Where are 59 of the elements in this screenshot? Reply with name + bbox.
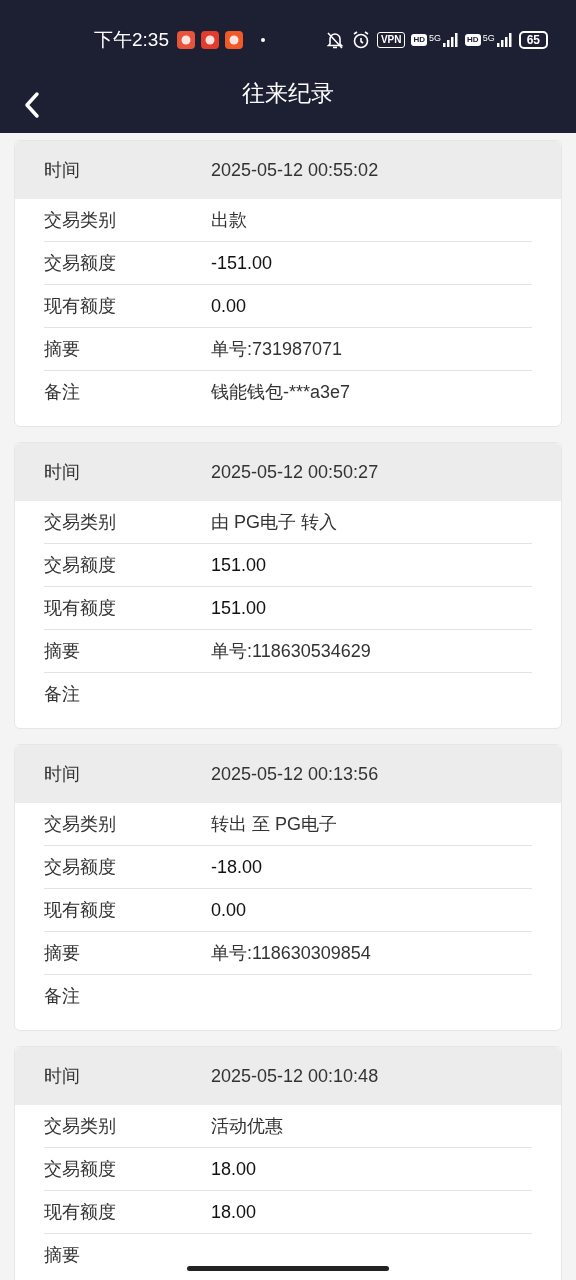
field-label: 交易额度 xyxy=(44,251,117,275)
signal-icon xyxy=(443,33,460,47)
bell-off-icon xyxy=(324,30,345,50)
field-label: 交易类别 xyxy=(44,208,117,232)
field-value: 2025-05-12 00:10:48 xyxy=(211,1064,379,1088)
network-label: 5G xyxy=(429,33,442,43)
field-value: 0.00 xyxy=(211,898,247,922)
field-label: 交易额度 xyxy=(44,855,117,879)
dot-icon xyxy=(261,38,265,42)
field-value: 单号:118630309854 xyxy=(211,941,371,965)
field-label: 摘要 xyxy=(44,337,81,361)
field-label: 交易额度 xyxy=(44,1157,117,1181)
field-label: 交易类别 xyxy=(44,510,117,534)
app-icon xyxy=(225,31,243,49)
field-value: -151.00 xyxy=(211,251,273,275)
field-label: 交易类别 xyxy=(44,812,117,836)
field-label: 时间 xyxy=(43,762,81,786)
field-label: 现有额度 xyxy=(44,898,117,922)
field-label: 摘要 xyxy=(44,1244,81,1267)
field-label: 交易类别 xyxy=(44,1114,117,1138)
field-label: 备注 xyxy=(44,985,81,1008)
field-value: 转出 至 PG电子 xyxy=(211,812,337,836)
field-value: 单号:118630534629 xyxy=(211,639,371,663)
hd-badge: HD xyxy=(465,34,481,46)
field-label: 现有额度 xyxy=(44,294,117,318)
signal-icon xyxy=(496,33,513,47)
field-label: 备注 xyxy=(44,683,81,706)
field-label: 摘要 xyxy=(44,639,81,663)
field-label: 时间 xyxy=(43,1064,81,1088)
field-label: 备注 xyxy=(44,381,81,404)
field-value: -18.00 xyxy=(211,855,263,879)
field-value: 2025-05-12 00:13:56 xyxy=(211,762,379,786)
field-value: 18.00 xyxy=(211,1200,257,1224)
status-time: 下午2:35 xyxy=(94,27,169,52)
field-label: 交易额度 xyxy=(44,553,117,577)
field-value: 钱能钱包-***a3e7 xyxy=(211,381,351,404)
field-label: 现有额度 xyxy=(44,1200,117,1224)
field-label: 时间 xyxy=(43,158,81,182)
field-value: 0.00 xyxy=(211,294,247,318)
field-value: 出款 xyxy=(211,208,247,232)
page-title: 往来纪录 xyxy=(242,79,334,109)
network-label: 5G xyxy=(482,33,495,43)
field-label: 摘要 xyxy=(44,941,81,965)
field-value: 18.00 xyxy=(211,1157,257,1181)
field-value: 2025-05-12 00:55:02 xyxy=(211,158,379,182)
app-icon xyxy=(201,31,219,49)
field-value: 活动优惠 xyxy=(211,1114,283,1138)
field-label: 现有额度 xyxy=(44,596,117,620)
battery-indicator: 65 xyxy=(518,31,548,49)
hd-badge: HD xyxy=(411,34,428,46)
field-value: 单号:731987071 xyxy=(211,337,343,361)
vpn-badge: VPN xyxy=(376,32,406,48)
back-icon xyxy=(24,91,40,119)
field-label: 时间 xyxy=(43,460,81,484)
app-icon xyxy=(177,31,195,49)
field-value: 151.00 xyxy=(211,596,267,620)
field-value: 由 PG电子 转入 xyxy=(211,510,337,534)
field-value: 2025-05-12 00:50:27 xyxy=(211,460,379,484)
field-value: 151.00 xyxy=(211,553,267,577)
